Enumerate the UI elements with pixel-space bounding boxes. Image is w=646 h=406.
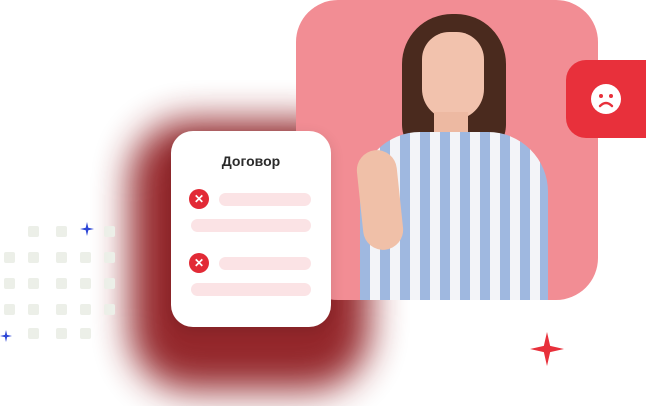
blue-sparkle-icon <box>80 222 94 236</box>
text-line-placeholder <box>191 283 311 296</box>
woman-photo <box>296 0 598 300</box>
dot-grid <box>0 224 126 344</box>
contract-title: Договор <box>221 153 281 169</box>
photo-face <box>422 32 484 120</box>
contract-card: Договор ✕ ✕ <box>171 131 331 327</box>
text-line-placeholder <box>191 219 311 232</box>
close-icon: ✕ <box>189 253 209 273</box>
red-sparkle-icon <box>530 332 564 366</box>
text-line-placeholder <box>219 193 311 206</box>
sad-face-badge <box>566 60 646 138</box>
sad-face-icon <box>591 84 621 114</box>
blue-sparkle-icon <box>0 330 12 342</box>
text-line-placeholder <box>219 257 311 270</box>
close-icon: ✕ <box>189 189 209 209</box>
